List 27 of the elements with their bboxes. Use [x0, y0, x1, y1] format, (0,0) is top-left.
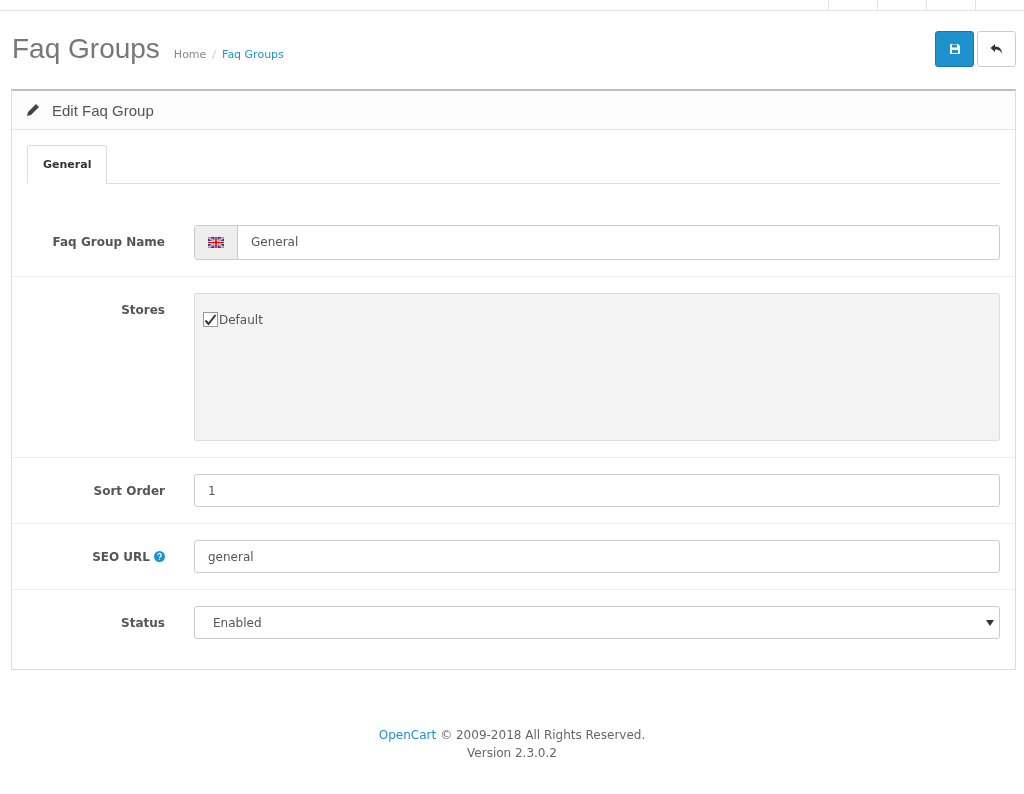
name-field[interactable]: General: [194, 225, 1000, 260]
field-label: Sort Order: [93, 483, 165, 498]
breadcrumb-link[interactable]: Faq Groups: [222, 48, 284, 61]
version-text: Version 2.3.0.2: [466, 745, 558, 762]
field-label: Faq Group Name: [52, 234, 165, 249]
store-label: Default: [219, 312, 263, 327]
page-title: Faq Groups: [12, 33, 160, 65]
footer-link[interactable]: OpenCart: [378, 726, 437, 744]
status-select[interactable]: Enabled: [194, 606, 1000, 639]
help-icon[interactable]: [154, 551, 165, 562]
text-field[interactable]: general: [194, 540, 1000, 573]
reply-arrow-icon: [990, 43, 1003, 55]
back-button[interactable]: [977, 31, 1016, 67]
caret-icon: [986, 619, 994, 626]
panel-title: Edit Faq Group: [52, 101, 154, 119]
field-label: Status: [121, 615, 165, 630]
copyright-text: © 2009-2018 All Rights Reserved.: [440, 727, 646, 744]
save-button[interactable]: [935, 31, 974, 67]
tab[interactable]: General: [27, 145, 108, 184]
checkbox[interactable]: [203, 312, 218, 327]
breadcrumb-separator: /: [212, 48, 217, 61]
breadcrumb-link[interactable]: Home: [173, 48, 207, 61]
field-label: Stores: [121, 302, 165, 317]
text-field[interactable]: 1: [194, 474, 1000, 507]
field-label: SEO URL: [92, 549, 150, 564]
flag-icon: [208, 237, 224, 248]
pencil-icon: [26, 103, 40, 117]
